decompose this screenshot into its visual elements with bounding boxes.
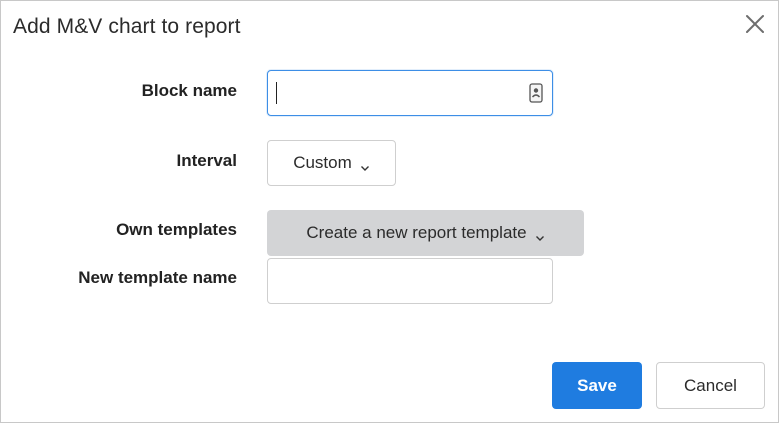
interval-label: Interval [176,151,237,170]
text-caret [276,82,277,104]
own-templates-selected: Create a new report template [306,223,527,242]
interval-selected: Custom [293,153,352,172]
own-templates-dropdown[interactable]: Create a new report template [267,210,584,256]
own-templates-label: Own templates [116,220,237,239]
interval-dropdown[interactable]: Custom [267,140,396,186]
chevron-down-icon [360,158,370,171]
block-name-label: Block name [141,81,237,100]
new-template-name-input[interactable] [267,258,553,304]
chevron-down-icon [535,228,545,241]
dialog-title: Add M&V chart to report [13,15,241,38]
cancel-button[interactable]: Cancel [656,362,765,409]
block-name-input[interactable] [267,70,553,116]
close-icon[interactable] [742,11,768,37]
contact-card-icon[interactable] [529,83,543,103]
save-button[interactable]: Save [552,362,642,409]
add-chart-dialog: Add M&V chart to report Block name Inter… [0,0,779,423]
new-template-name-label: New template name [78,268,237,287]
